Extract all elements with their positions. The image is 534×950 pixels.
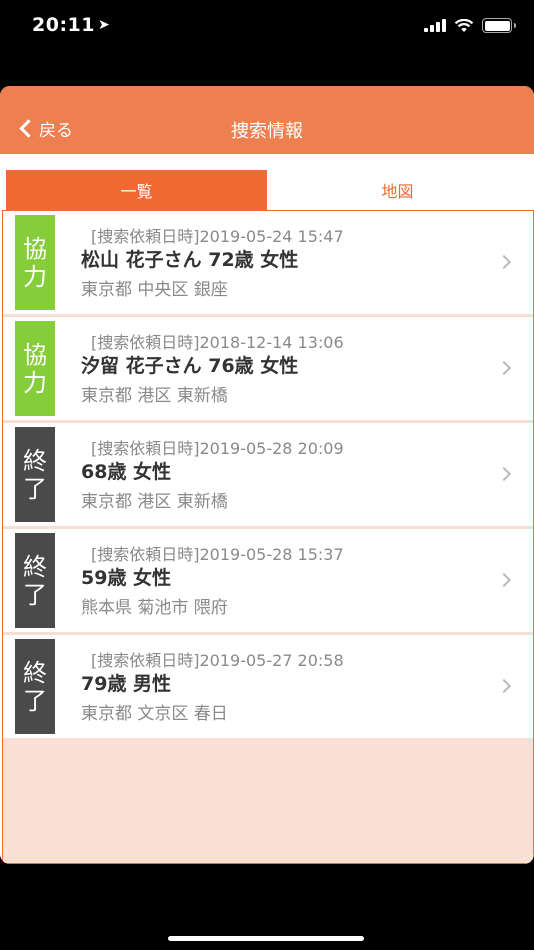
person-summary: 79歳 男性 — [81, 673, 172, 695]
status-time: 20:11 ➤ — [32, 14, 110, 36]
request-datetime: [捜索依頼日時]2019-05-27 20:58 — [91, 651, 344, 670]
request-datetime: [捜索依頼日時]2018-12-14 13:06 — [91, 333, 344, 352]
cellular-signal-icon — [424, 19, 446, 32]
status-char: 協 — [23, 234, 47, 263]
battery-icon — [482, 18, 516, 33]
status-char: 了 — [23, 474, 47, 503]
tab-map[interactable]: 地図 — [267, 170, 528, 210]
person-summary: 松山 花子さん 72歳 女性 — [81, 249, 299, 271]
status-char: 了 — [23, 580, 47, 609]
person-summary: 汐留 花子さん 76歳 女性 — [81, 355, 299, 377]
status-time-text: 20:11 — [32, 14, 95, 36]
address: 東京都 中央区 銀座 — [81, 280, 228, 300]
app-screen: 戻る 捜索情報 一覧 地図 協 力 [捜索依頼日時]2019-05-24 15:… — [0, 86, 534, 864]
navigation-bar: 戻る 捜索情報 — [0, 86, 534, 154]
status-badge: 協 力 — [15, 321, 55, 416]
segmented-tabs: 一覧 地図 — [6, 170, 528, 210]
home-indicator — [168, 936, 364, 941]
list-item[interactable]: 協 力 [捜索依頼日時]2019-05-24 15:47 松山 花子さん 72歳… — [3, 211, 533, 317]
status-char: 終 — [23, 446, 47, 475]
status-icons — [424, 18, 516, 33]
list-item[interactable]: 終 了 [捜索依頼日時]2019-05-28 20:09 68歳 女性 東京都 … — [3, 423, 533, 529]
person-summary: 59歳 女性 — [81, 567, 172, 589]
status-badge: 終 了 — [15, 427, 55, 522]
chevron-right-icon — [496, 466, 512, 482]
request-datetime: [捜索依頼日時]2019-05-28 20:09 — [91, 439, 344, 458]
status-badge: 終 了 — [15, 533, 55, 628]
address: 東京都 文京区 春日 — [81, 704, 228, 724]
person-summary: 68歳 女性 — [81, 461, 172, 483]
location-arrow-icon: ➤ — [97, 17, 111, 33]
list-item[interactable]: 終 了 [捜索依頼日時]2019-05-27 20:58 79歳 男性 東京都 … — [3, 635, 533, 741]
status-char: 終 — [23, 552, 47, 581]
tab-list[interactable]: 一覧 — [6, 170, 267, 210]
wifi-icon — [454, 18, 474, 32]
list-item[interactable]: 終 了 [捜索依頼日時]2019-05-28 15:37 59歳 女性 熊本県 … — [3, 529, 533, 635]
status-char: 了 — [23, 686, 47, 715]
chevron-right-icon — [496, 254, 512, 270]
status-char: 力 — [23, 262, 47, 291]
address: 東京都 港区 東新橋 — [81, 492, 228, 512]
chevron-right-icon — [496, 572, 512, 588]
search-list: 協 力 [捜索依頼日時]2019-05-24 15:47 松山 花子さん 72歳… — [2, 210, 534, 864]
request-datetime: [捜索依頼日時]2019-05-28 15:37 — [91, 545, 344, 564]
status-badge: 協 力 — [15, 215, 55, 310]
address: 熊本県 菊池市 隈府 — [81, 598, 228, 618]
status-bar: 20:11 ➤ — [0, 0, 534, 56]
request-datetime: [捜索依頼日時]2019-05-24 15:47 — [91, 227, 344, 246]
status-badge: 終 了 — [15, 639, 55, 734]
list-item[interactable]: 協 力 [捜索依頼日時]2018-12-14 13:06 汐留 花子さん 76歳… — [3, 317, 533, 423]
chevron-right-icon — [496, 360, 512, 376]
chevron-right-icon — [496, 678, 512, 694]
status-char: 協 — [23, 340, 47, 369]
page-title: 捜索情報 — [231, 121, 303, 142]
status-char: 力 — [23, 368, 47, 397]
status-char: 終 — [23, 658, 47, 687]
address: 東京都 港区 東新橋 — [81, 386, 228, 406]
